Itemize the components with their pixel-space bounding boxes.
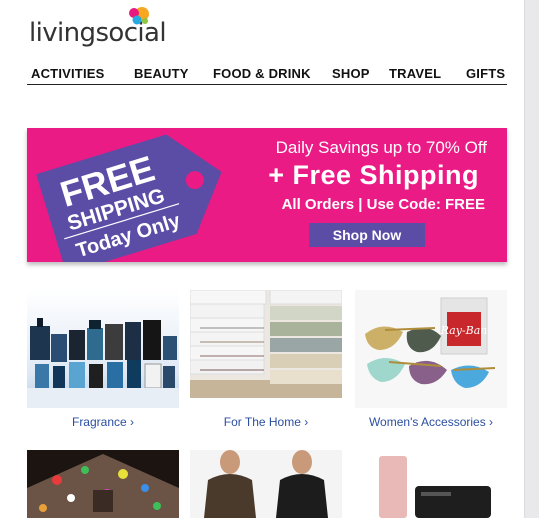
fragrance-link[interactable]: Fragrance ›	[27, 415, 179, 429]
womens-accessories-tile[interactable]: Ray-Ban	[355, 290, 507, 408]
nav-gifts[interactable]: GIFTS	[466, 66, 505, 81]
womens-accessories-link[interactable]: Women's Accessories ›	[355, 415, 507, 429]
nav-travel[interactable]: TRAVEL	[389, 66, 441, 81]
nav-shop[interactable]: SHOP	[332, 66, 370, 81]
sunglasses-image: Ray-Ban	[355, 290, 507, 408]
nav-activities[interactable]: ACTIVITIES	[31, 66, 105, 81]
nav-beauty[interactable]: BEAUTY	[134, 66, 189, 81]
fragrance-tile[interactable]	[27, 290, 179, 408]
holiday-lights-house-image	[27, 450, 179, 518]
livingsocial-logo[interactable]: livingsocial	[29, 4, 169, 54]
leather-jackets-image	[190, 450, 342, 518]
for-the-home-link[interactable]: For The Home ›	[190, 415, 342, 429]
daily-savings-text: Daily Savings up to 70% Off	[275, 138, 487, 157]
shop-now-button[interactable]: Shop Now	[309, 223, 425, 247]
svg-text:Ray-Ban: Ray-Ban	[440, 324, 488, 337]
power-bank-tile[interactable]	[355, 450, 507, 518]
promo-code-text: All Orders | Use Code: FREE	[281, 196, 485, 213]
nav-food-drink[interactable]: FOOD & DRINK	[213, 66, 311, 81]
folded-sheets-image	[190, 290, 342, 408]
leather-jackets-tile[interactable]	[190, 450, 342, 518]
holiday-lights-tile[interactable]	[27, 450, 179, 518]
free-shipping-banner[interactable]: FREE SHIPPING Today Only Daily Savings u…	[27, 128, 507, 262]
fragrance-bottles-image	[27, 290, 179, 408]
free-shipping-headline: + Free Shipping	[268, 160, 479, 190]
for-the-home-tile[interactable]	[190, 290, 342, 408]
vertical-scrollbar[interactable]	[524, 0, 539, 518]
email-page: livingsocial ACTIVITIES BEAUTY FOOD & DR…	[0, 0, 525, 518]
category-nav: ACTIVITIES BEAUTY FOOD & DRINK SHOP TRAV…	[27, 60, 507, 85]
logo-bubbles-icon	[129, 7, 149, 25]
power-bank-image	[355, 450, 507, 518]
free-shipping-tag-graphic: FREE SHIPPING Today Only	[36, 134, 222, 262]
